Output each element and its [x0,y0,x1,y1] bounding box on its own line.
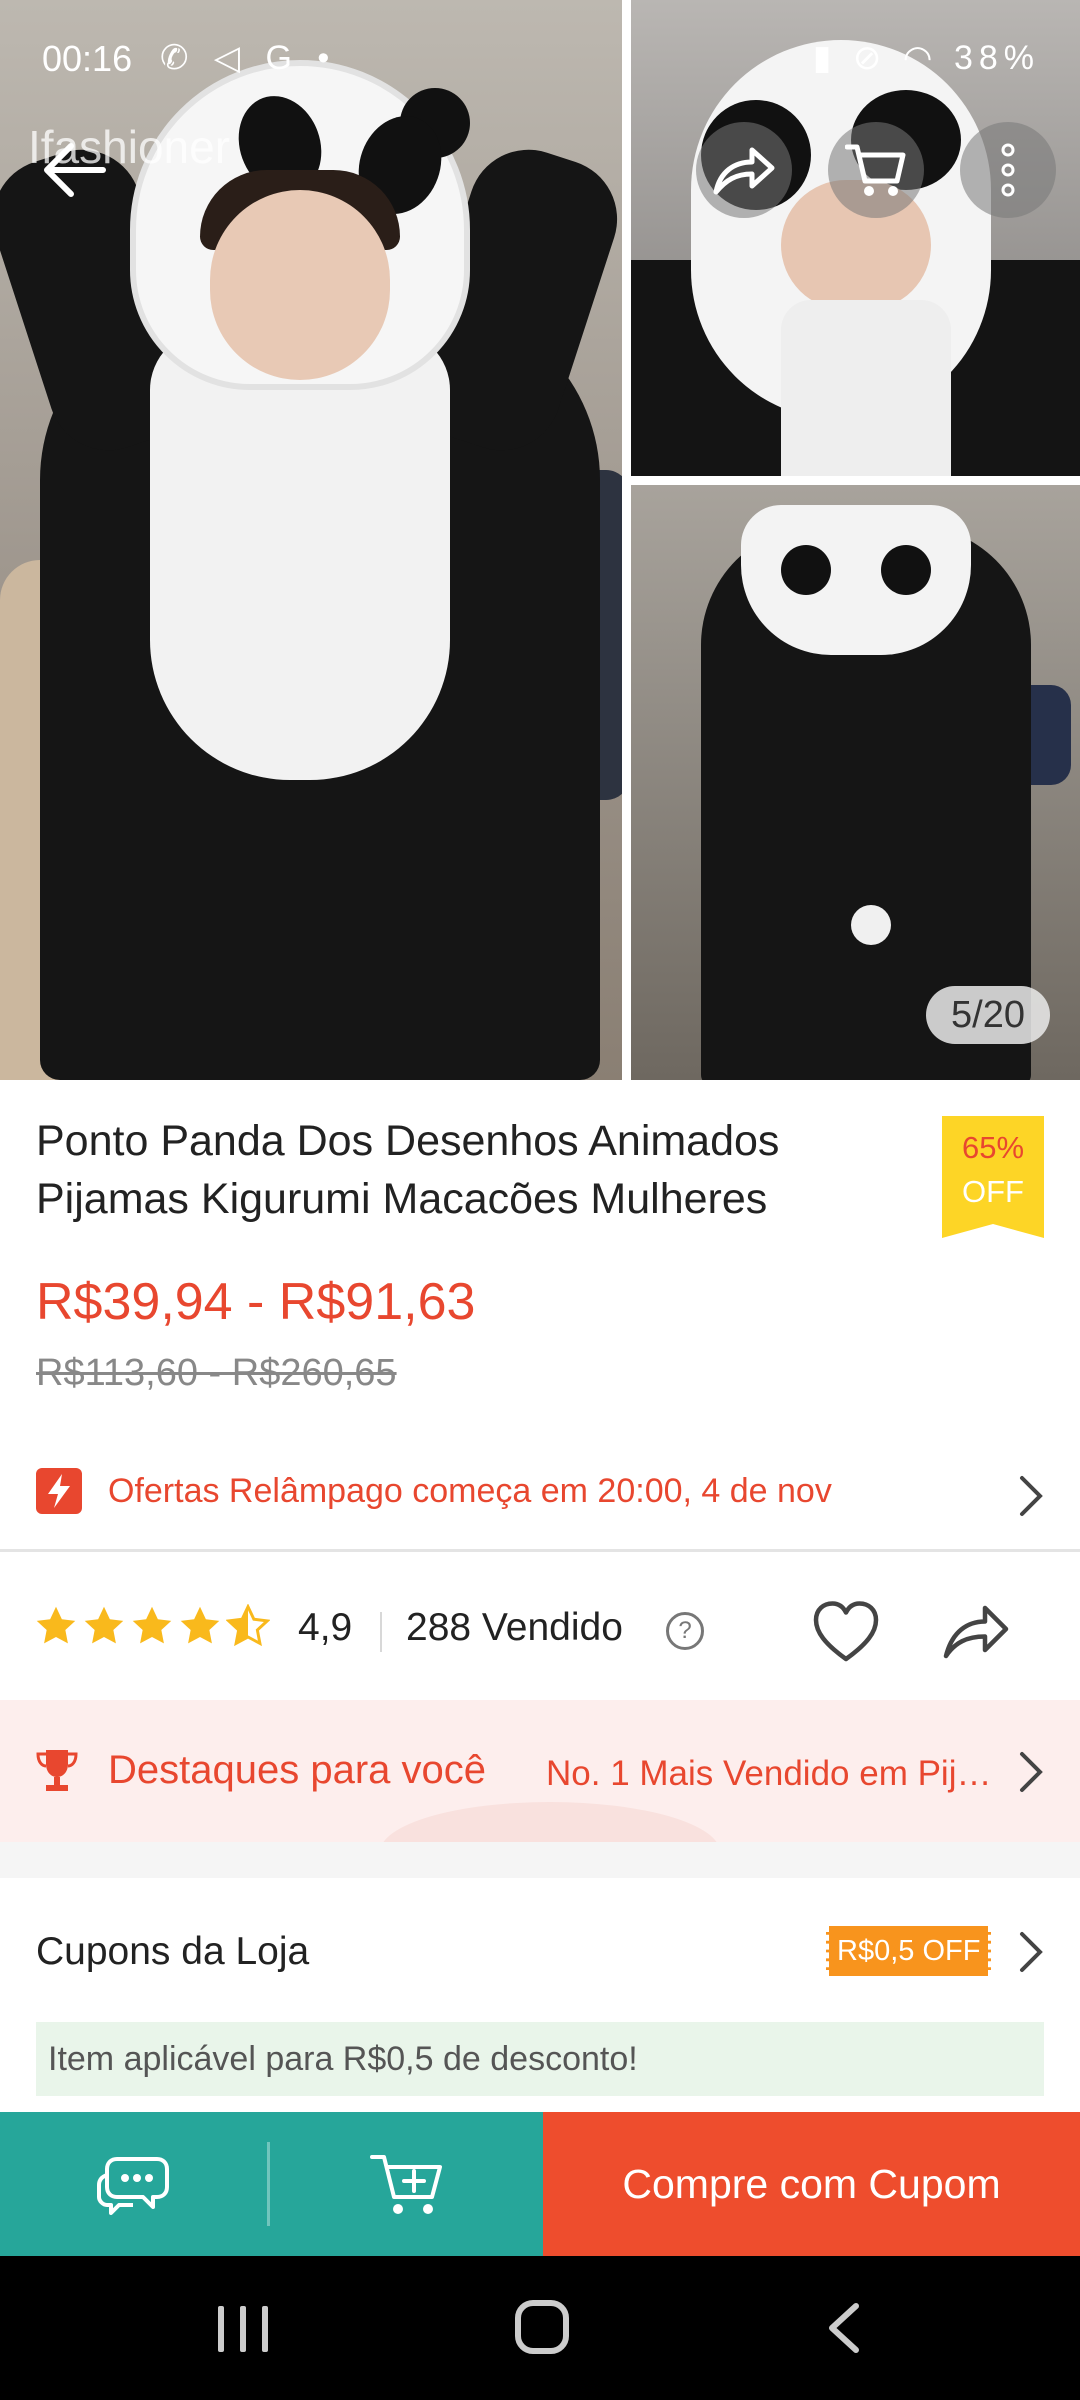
recent-bar [218,2306,224,2352]
battery-level: 38% [953,39,1040,77]
section-divider [0,1842,1080,1878]
back-button[interactable] [34,130,114,210]
discount-badge: 65% OFF [942,1116,1044,1238]
lightning-bolt-icon [36,1468,82,1514]
cart-button[interactable] [828,122,924,218]
image-pager: 5/20 [926,986,1050,1044]
add-to-cart-button[interactable] [270,2112,543,2256]
more-vertical-icon [1001,143,1015,197]
recent-apps-button[interactable] [218,2306,268,2352]
rating-row: 4,9 288 Vendido ? [0,1556,1080,1702]
price-range: R$39,94 - R$91,63 [36,1273,476,1331]
highlights-title: Destaques para você [108,1748,487,1792]
heart-outline-icon[interactable] [810,1596,882,1668]
sold-count: 288 Vendido [406,1606,623,1649]
highlights-row[interactable]: Destaques para você No. 1 Mais Vendido e… [0,1700,1080,1842]
model-face [210,190,390,380]
notification-icons: ✆ ◁ G • [160,39,338,77]
panda-tail [851,905,891,945]
chevron-right-icon [1020,1476,1043,1516]
panda-eye-patch [781,545,831,595]
coupon-note: Item aplicável para R$0,5 de desconto! [36,2022,1044,2096]
flash-sale-row[interactable]: Ofertas Relâmpago começa em 20:00, 4 de … [0,1440,1080,1552]
system-nav-bar [0,2256,1080,2400]
original-price-range: R$113,60 - R$260,65 [36,1352,397,1394]
star-full-icon [36,1606,76,1644]
product-title: Ponto Panda Dos Desenhos Animados Pijama… [36,1117,780,1223]
highlights-text: No. 1 Mais Vendido em Pijamas [546,1754,996,1793]
help-icon[interactable]: ? [666,1612,704,1650]
signal-icon: ▮ ⊘ ◠ [812,39,954,77]
chat-button[interactable] [0,2112,270,2256]
coupon-badge: R$0,5 OFF [826,1926,992,1976]
star-full-icon [84,1606,124,1644]
star-full-icon [180,1606,220,1644]
home-button[interactable] [515,2300,569,2354]
share-icon[interactable] [940,1596,1012,1668]
panda-eye-patch [881,545,931,595]
buy-with-coupon-button[interactable]: Compre com Cupom [543,2112,1080,2256]
shopping-cart-icon [845,144,906,196]
onesie-belly [150,330,450,780]
discount-percent: 65% [961,1130,1025,1165]
share-button[interactable] [696,122,792,218]
more-options-button[interactable] [960,122,1056,218]
recent-bar [240,2306,246,2352]
rating-value: 4,9 [298,1606,353,1649]
action-bar: Compre com Cupom [0,2112,1080,2256]
status-time: 00:16 [42,38,133,79]
chevron-right-icon [1020,1752,1043,1792]
share-icon [713,147,775,195]
recent-bar [262,2306,268,2352]
star-half-icon [226,1604,270,1647]
onesie-belly [781,300,951,476]
chevron-right-icon [1020,1932,1043,1972]
star-full-icon [132,1606,172,1644]
store-coupons-row[interactable]: Cupons da Loja R$0,5 OFF [0,1878,1080,2024]
chat-bubbles-icon [97,2157,169,2215]
back-chevron-icon[interactable] [824,2302,864,2354]
discount-off-label: OFF [962,1174,1024,1209]
panda-hood [741,505,971,655]
arrow-left-icon [44,143,106,197]
trophy-icon [36,1750,78,1791]
status-right-icons: ▮ ⊘ ◠ 38% [813,38,1040,78]
star-rating[interactable] [34,1604,270,1648]
status-bar: 00:16 ✆ ◁ G • ▮ ⊘ ◠ 38% [0,0,1080,110]
store-coupons-title: Cupons da Loja [36,1930,310,1973]
cart-plus-icon [369,2155,442,2214]
divider [380,1612,382,1652]
flash-sale-text: Ofertas Relâmpago começa em 20:00, 4 de … [108,1472,832,1510]
